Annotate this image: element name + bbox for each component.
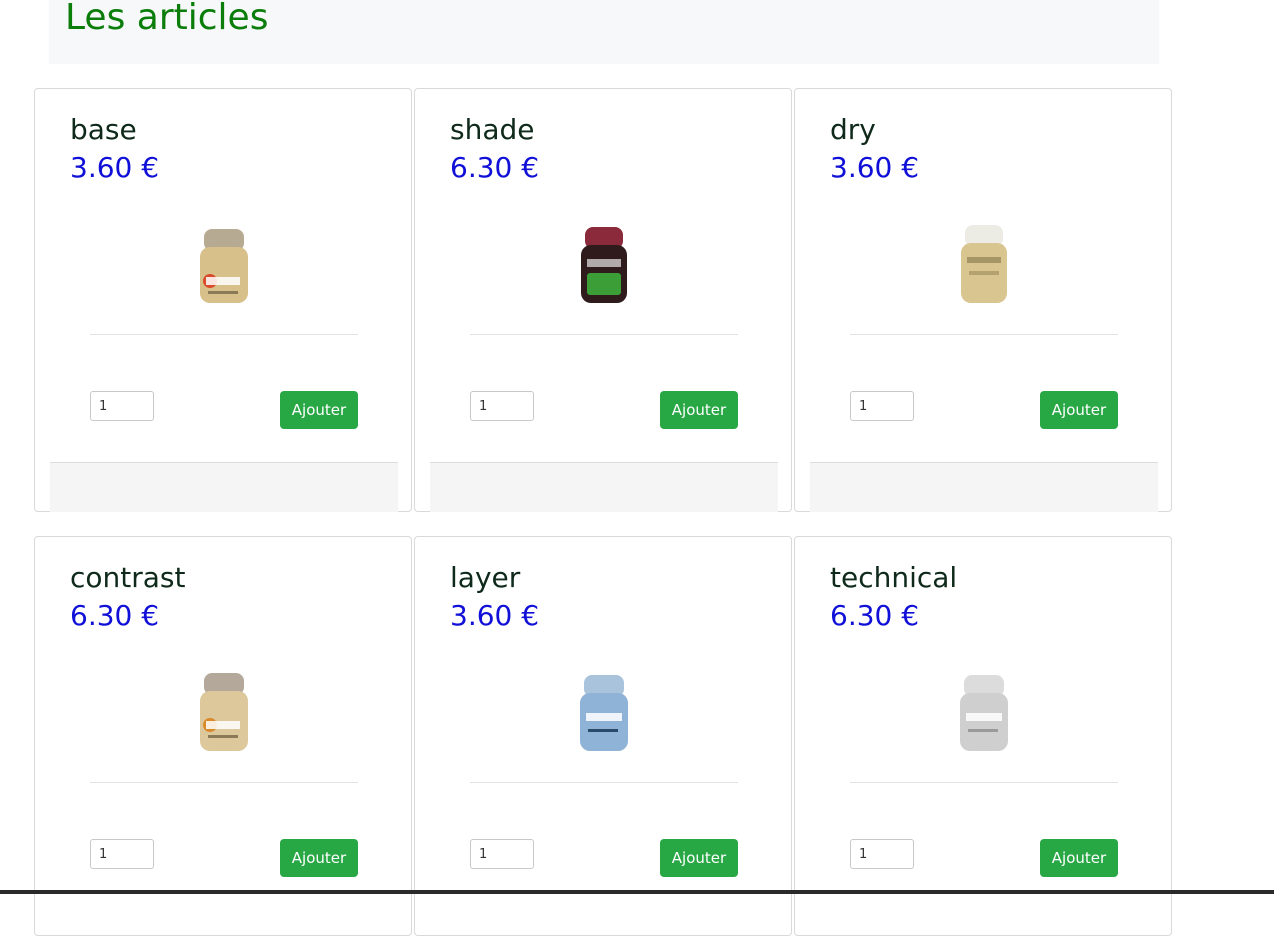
product-card-base: base 3.60 € Ajouter (34, 88, 412, 512)
add-button[interactable]: Ajouter (280, 839, 358, 877)
layer-paint-pot-icon (580, 675, 628, 751)
quantity-input[interactable] (470, 391, 534, 421)
add-button[interactable]: Ajouter (660, 391, 738, 429)
card-footer (810, 462, 1158, 512)
card-divider (470, 334, 738, 335)
add-button[interactable]: Ajouter (660, 839, 738, 877)
card-divider (850, 782, 1118, 783)
card-divider (90, 334, 358, 335)
product-card-shade: shade 6.30 € Ajouter (414, 88, 792, 512)
product-card-dry: dry 3.60 € Ajouter (794, 88, 1172, 512)
product-name: layer (450, 561, 521, 594)
product-price: 3.60 € (830, 151, 920, 184)
add-button[interactable]: Ajouter (1040, 839, 1118, 877)
page-title: Les articles (65, 0, 269, 38)
card-footer (50, 462, 398, 512)
quantity-input[interactable] (90, 391, 154, 421)
product-price: 6.30 € (450, 151, 540, 184)
card-footer (430, 462, 778, 512)
technical-paint-pot-icon (960, 675, 1008, 751)
contrast-paint-pot-icon (200, 673, 248, 751)
card-divider (850, 334, 1118, 335)
dry-paint-pot-icon (961, 225, 1007, 303)
product-name: technical (830, 561, 958, 594)
quantity-input[interactable] (850, 391, 914, 421)
quantity-input[interactable] (90, 839, 154, 869)
page-header: Les articles (49, 0, 1159, 64)
window-bottom-edge (0, 890, 1274, 894)
product-price: 3.60 € (450, 599, 540, 632)
product-name: base (70, 113, 137, 146)
product-price: 6.30 € (830, 599, 920, 632)
product-card-technical: technical 6.30 € Ajouter (794, 536, 1172, 936)
product-card-contrast: contrast 6.30 € Ajouter (34, 536, 412, 936)
card-divider (90, 782, 358, 783)
shade-paint-pot-icon (581, 227, 627, 303)
product-price: 3.60 € (70, 151, 160, 184)
quantity-input[interactable] (470, 839, 534, 869)
add-button[interactable]: Ajouter (1040, 391, 1118, 429)
add-button[interactable]: Ajouter (280, 391, 358, 429)
product-price: 6.30 € (70, 599, 160, 632)
card-divider (470, 782, 738, 783)
product-name: contrast (70, 561, 186, 594)
product-card-layer: layer 3.60 € Ajouter (414, 536, 792, 936)
quantity-input[interactable] (850, 839, 914, 869)
product-name: dry (830, 113, 876, 146)
base-paint-pot-icon (200, 229, 248, 303)
product-name: shade (450, 113, 535, 146)
